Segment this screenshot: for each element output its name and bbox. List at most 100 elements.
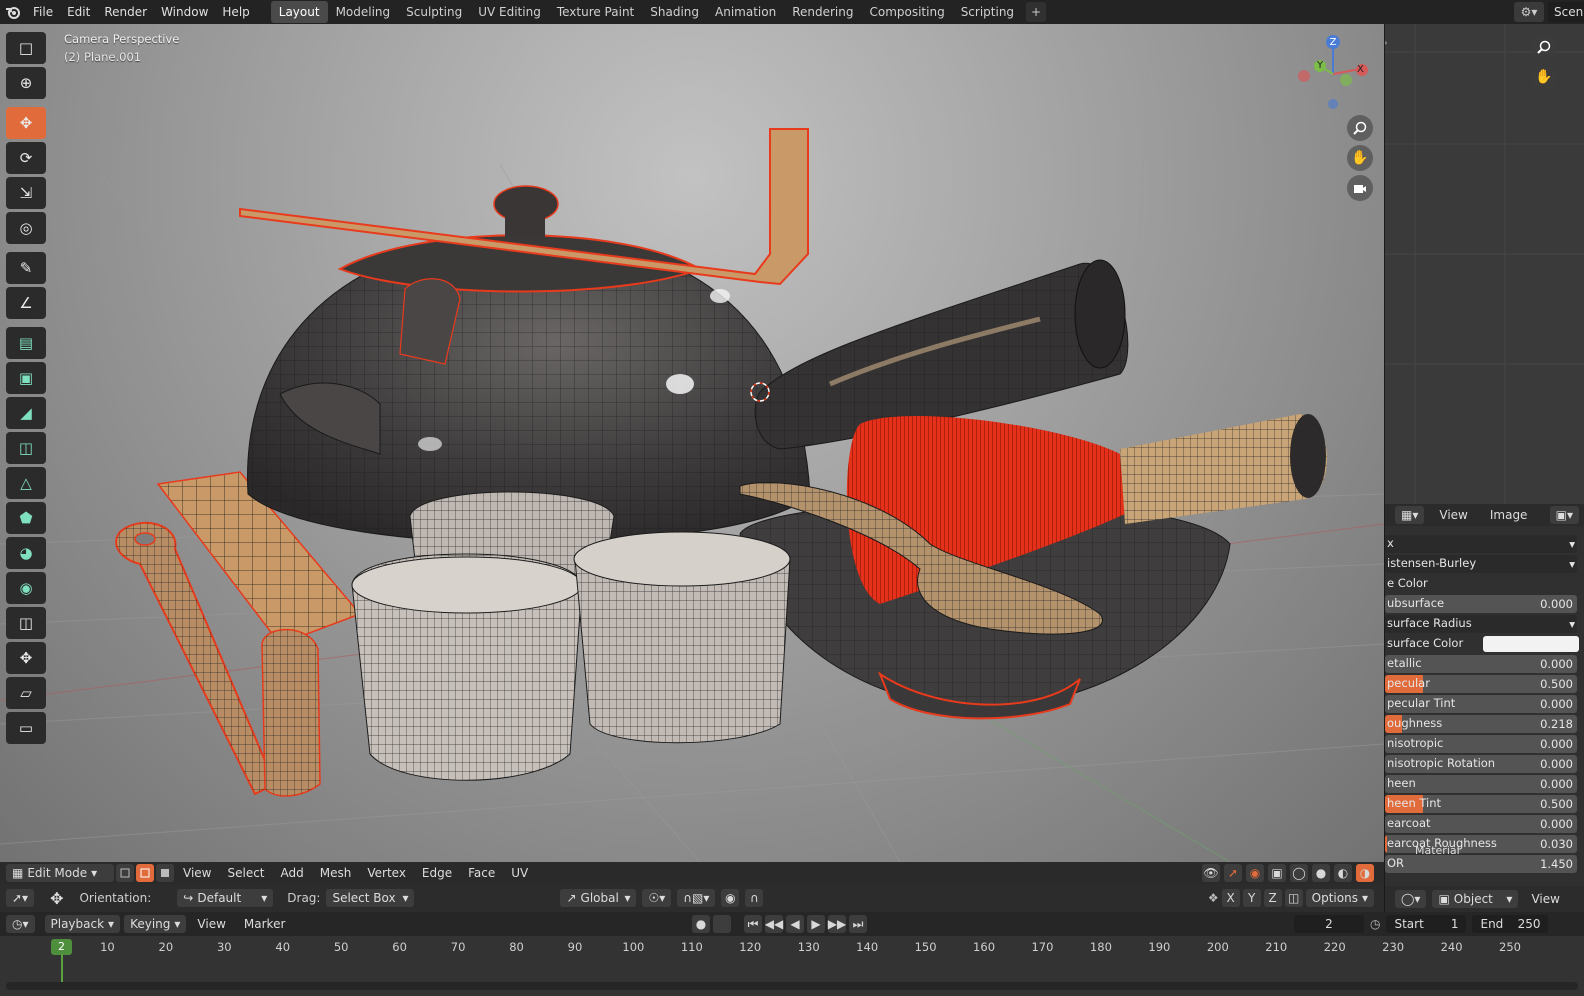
bevel-icon[interactable]: ◢	[6, 397, 46, 429]
xray-icon[interactable]: ▣	[1268, 864, 1286, 882]
options-dropdown[interactable]: Options ▾	[1305, 889, 1374, 907]
tool-icon-dropdown[interactable]: ➚▾	[6, 889, 35, 907]
keyframe-type-icon[interactable]	[713, 915, 731, 933]
knife-icon[interactable]: △	[6, 467, 46, 499]
mode-dropdown[interactable]: ▦ Edit Mode ▾	[6, 864, 114, 882]
tab-compositing[interactable]: Compositing	[861, 1, 952, 23]
menu-view[interactable]: View	[176, 864, 218, 882]
scene-name-field[interactable]: Scen	[1548, 2, 1584, 22]
timeline-view-menu[interactable]: View	[190, 915, 232, 933]
menu-edit[interactable]: Edit	[60, 0, 97, 24]
end-frame-field[interactable]: End 250	[1472, 915, 1549, 933]
camera-icon[interactable]	[1347, 175, 1373, 201]
object-dropdown[interactable]: ▣ Object ▾	[1432, 890, 1519, 908]
play-reverse-icon[interactable]: ◀	[786, 915, 804, 933]
image-zoom-icon[interactable]	[1531, 34, 1557, 60]
add-workspace-button[interactable]: +	[1026, 2, 1047, 22]
rip-icon[interactable]: ▭	[6, 712, 46, 744]
menu-window[interactable]: Window	[154, 0, 215, 24]
menu-file[interactable]: File	[26, 0, 60, 24]
menu-mesh[interactable]: Mesh	[313, 864, 359, 882]
menu-render[interactable]: Render	[97, 0, 154, 24]
next-keyframe-icon[interactable]: ▶▶	[828, 915, 846, 933]
annotate-icon[interactable]: ✎	[6, 252, 46, 284]
prev-keyframe-icon[interactable]: ◀◀	[765, 915, 783, 933]
poly-build-icon[interactable]: ⬟	[6, 502, 46, 534]
timeline-marker-menu[interactable]: Marker	[237, 915, 292, 933]
smooth-icon[interactable]: ◉	[6, 572, 46, 604]
proportional-edit-icon[interactable]: ◉	[721, 889, 740, 907]
scene-icon[interactable]: ⚙▾	[1514, 2, 1544, 22]
measure-icon[interactable]: ∠	[6, 287, 46, 319]
tab-modeling[interactable]: Modeling	[328, 1, 399, 23]
record-icon[interactable]: ●	[692, 915, 710, 933]
solid-shading-icon[interactable]: ●	[1312, 864, 1330, 882]
tab-shading[interactable]: Shading	[642, 1, 707, 23]
tab-layout[interactable]: Layout	[270, 1, 328, 23]
current-frame-indicator[interactable]: 2	[51, 939, 72, 955]
timeline-editor-dropdown[interactable]: ◷▾	[6, 915, 35, 933]
clock-icon[interactable]: ◷	[1370, 917, 1380, 931]
keying-menu[interactable]: Keying ▾	[124, 915, 187, 933]
inset-icon[interactable]: ▣	[6, 362, 46, 394]
wireframe-shading-icon[interactable]: ◯	[1290, 864, 1308, 882]
transform-orientation-dropdown[interactable]: ↗ Global ▾	[560, 889, 637, 907]
hand-pan-icon[interactable]: ✋	[1347, 145, 1373, 171]
tab-texture-paint[interactable]: Texture Paint	[549, 1, 642, 23]
menu-uv[interactable]: UV	[504, 864, 535, 882]
shear-icon[interactable]: ▱	[6, 677, 46, 709]
edge-select-icon[interactable]	[136, 864, 154, 882]
image-pan-icon[interactable]: ✋	[1531, 64, 1557, 90]
menu-edge[interactable]: Edge	[415, 864, 459, 882]
playback-menu[interactable]: Playback ▾	[44, 915, 121, 933]
menu-face[interactable]: Face	[461, 864, 502, 882]
rendered-shading-icon[interactable]: ◑	[1356, 864, 1374, 882]
tab-sculpting[interactable]: Sculpting	[398, 1, 470, 23]
edge-slide-icon[interactable]: ◫	[6, 607, 46, 639]
overlay-icon[interactable]: ◉	[1246, 864, 1264, 882]
area-split-icon[interactable]: ‹›	[1385, 36, 1388, 49]
menu-help[interactable]: Help	[215, 0, 256, 24]
start-frame-field[interactable]: Start 1	[1386, 915, 1467, 933]
gizmo-x-label[interactable]: X	[1357, 64, 1364, 75]
play-icon[interactable]: ▶	[807, 915, 825, 933]
blender-logo-icon[interactable]	[0, 0, 26, 24]
snapping-dropdown[interactable]: ◯▾	[1395, 890, 1427, 908]
snap-dropdown[interactable]: ∩▧▾	[677, 889, 716, 907]
image-menu-image[interactable]: Image	[1483, 506, 1535, 524]
color-swatch[interactable]	[1483, 636, 1579, 652]
mirror-x-button[interactable]: X	[1221, 889, 1240, 907]
mirror-y-button[interactable]: Y	[1242, 889, 1261, 907]
tab-scripting[interactable]: Scripting	[953, 1, 1022, 23]
property-dropdown[interactable]	[1385, 535, 1577, 553]
mirror-z-button[interactable]: Z	[1263, 889, 1282, 907]
timeline[interactable]: 2 10 20 30 40 50 60 70 80 90 100 110 120 130 140 150 16…	[0, 936, 1584, 996]
spin-icon[interactable]: ◕	[6, 537, 46, 569]
rotate-icon[interactable]: ⟳	[6, 142, 46, 174]
image-editor-area[interactable]: ✋ ‹›	[1385, 24, 1584, 504]
image-browse-dropdown[interactable]: ▣▾	[1549, 506, 1579, 524]
3d-viewport[interactable]: Z X Y Camera Perspective (2) Plane.001 ✋…	[0, 24, 1384, 862]
jump-end-icon[interactable]: ⏭	[849, 915, 867, 933]
cursor-icon[interactable]: ⊕	[6, 67, 46, 99]
select-box-icon[interactable]: □	[6, 32, 46, 64]
menu-add[interactable]: Add	[274, 864, 311, 882]
vertex-select-icon[interactable]	[116, 864, 134, 882]
editor-type-dropdown[interactable]: ▦▾	[1395, 506, 1425, 524]
material-shading-icon[interactable]: ◐	[1334, 864, 1352, 882]
gizmo-z-label[interactable]: Z	[1330, 37, 1337, 48]
face-select-icon[interactable]	[156, 864, 174, 882]
menu-vertex[interactable]: Vertex	[360, 864, 413, 882]
current-frame-field[interactable]: 2	[1294, 915, 1364, 933]
auto-merge-icon[interactable]: ◫	[1284, 889, 1303, 907]
drag-dropdown[interactable]: Select Box ▾	[326, 889, 415, 907]
right-view-menu[interactable]: View	[1524, 890, 1566, 908]
image-menu-view[interactable]: View	[1432, 506, 1474, 524]
timeline-scrollbar[interactable]	[6, 982, 1578, 990]
menu-select[interactable]: Select	[220, 864, 271, 882]
transform-icon[interactable]: ◎	[6, 212, 46, 244]
orientation-dropdown[interactable]: ↪ Default ▾	[177, 889, 274, 907]
scale-icon[interactable]: ⇲	[6, 177, 46, 209]
jump-start-icon[interactable]: ⏮	[744, 915, 762, 933]
extrude-icon[interactable]: ▤	[6, 327, 46, 359]
